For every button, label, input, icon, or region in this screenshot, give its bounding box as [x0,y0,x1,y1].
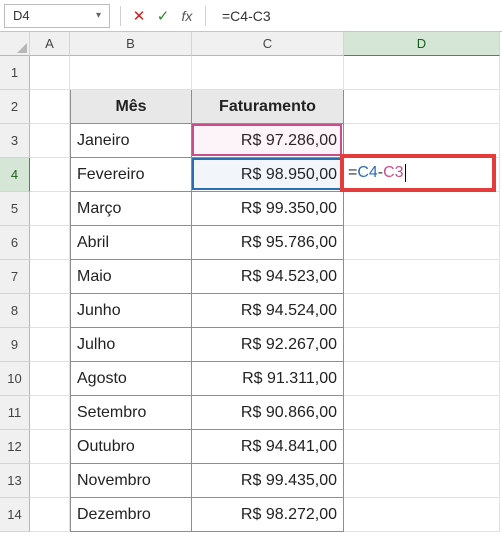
cell-c[interactable]: R$ 91.311,00 [192,362,344,396]
cell-c[interactable]: R$ 92.267,00 [192,328,344,362]
col-header-d[interactable]: D [344,32,500,56]
row-header[interactable]: 6 [0,226,30,260]
row-header[interactable]: 13 [0,464,30,498]
col-header-c[interactable]: C [192,32,344,56]
row-header[interactable]: 11 [0,396,30,430]
cell-c[interactable]: R$ 99.435,00 [192,464,344,498]
cell-a[interactable] [30,158,70,192]
cell-c[interactable]: Faturamento [192,90,344,124]
cell-a[interactable] [30,464,70,498]
cell-d[interactable] [344,56,500,90]
cell-c[interactable]: R$ 97.286,00 [192,124,344,158]
cell-a[interactable] [30,396,70,430]
cell-a[interactable] [30,260,70,294]
row-header[interactable]: 4 [0,158,30,192]
cell-c[interactable]: R$ 90.866,00 [192,396,344,430]
row-header[interactable]: 1 [0,56,30,90]
divider [120,6,121,26]
cell-a[interactable] [30,56,70,90]
sheet: A B C D 12 MêsFaturamento 3 JaneiroR$ 97.28… [0,32,502,532]
cell-b[interactable]: Agosto [70,362,192,396]
cell-b[interactable]: Setembro [70,396,192,430]
cell-b[interactable] [70,56,192,90]
cell-a[interactable] [30,362,70,396]
cell-c[interactable]: R$ 94.524,00 [192,294,344,328]
cell-a[interactable] [30,430,70,464]
col-header-a[interactable]: A [30,32,70,56]
cell-d[interactable] [344,192,500,226]
cell-a[interactable] [30,90,70,124]
editing-cell[interactable]: =C4-C3 [342,156,494,190]
row-header[interactable]: 7 [0,260,30,294]
cell-d[interactable] [344,260,500,294]
cell-c[interactable]: R$ 95.786,00 [192,226,344,260]
cell-c[interactable]: R$ 94.841,00 [192,430,344,464]
cell-d[interactable] [344,464,500,498]
cell-a[interactable] [30,328,70,362]
cancel-icon[interactable]: ✕ [127,4,151,28]
row-header[interactable]: 3 [0,124,30,158]
cell-d[interactable] [344,90,500,124]
cell-b[interactable]: Fevereiro [70,158,192,192]
cell-d[interactable] [344,362,500,396]
cell-c[interactable] [192,56,344,90]
cell-b[interactable]: Junho [70,294,192,328]
cell-b[interactable]: Mês [70,90,192,124]
row-header[interactable]: 2 [0,90,30,124]
col-header-b[interactable]: B [70,32,192,56]
cell-c[interactable]: R$ 98.272,00 [192,498,344,532]
formula-bar: D4 ▾ ✕ ✓ fx =C4-C3 [0,0,502,32]
text-cursor [405,164,406,182]
cell-d[interactable] [344,328,500,362]
formula-token-ref2: C3 [383,164,403,182]
cell-b[interactable]: Dezembro [70,498,192,532]
cell-b[interactable]: Novembro [70,464,192,498]
cell-a[interactable] [30,192,70,226]
cell-a[interactable] [30,294,70,328]
row-header[interactable]: 5 [0,192,30,226]
cell-d[interactable] [344,294,500,328]
cell-c[interactable]: R$ 94.523,00 [192,260,344,294]
enter-icon[interactable]: ✓ [151,4,175,28]
fx-icon[interactable]: fx [175,4,199,28]
cell-a[interactable] [30,226,70,260]
name-box[interactable]: D4 ▾ [4,4,110,28]
formula-token-eq: = [348,164,357,182]
cell-a[interactable] [30,124,70,158]
cell-a[interactable] [30,498,70,532]
row-header[interactable]: 12 [0,430,30,464]
formula-input[interactable]: =C4-C3 [212,8,502,24]
cell-b[interactable]: Outubro [70,430,192,464]
select-all-corner[interactable] [0,32,30,56]
chevron-down-icon[interactable]: ▾ [96,10,101,21]
row-header[interactable]: 14 [0,498,30,532]
cell-c[interactable]: R$ 98.950,00 [192,158,344,192]
cell-d[interactable] [344,226,500,260]
grid: 12 MêsFaturamento 3 JaneiroR$ 97.286,00 4 Fev… [0,56,502,532]
row-header[interactable]: 8 [0,294,30,328]
row-header[interactable]: 10 [0,362,30,396]
cell-b[interactable]: Março [70,192,192,226]
cell-b[interactable]: Janeiro [70,124,192,158]
cell-d[interactable] [344,430,500,464]
cell-d[interactable] [344,396,500,430]
name-box-value: D4 [13,8,30,23]
cell-c[interactable]: R$ 99.350,00 [192,192,344,226]
formula-token-ref1: C4 [357,164,377,182]
row-header[interactable]: 9 [0,328,30,362]
cell-d[interactable] [344,498,500,532]
column-header-row: A B C D [0,32,502,56]
cell-b[interactable]: Abril [70,226,192,260]
cell-b[interactable]: Julho [70,328,192,362]
cell-b[interactable]: Maio [70,260,192,294]
cell-d[interactable] [344,124,500,158]
divider [205,6,206,26]
